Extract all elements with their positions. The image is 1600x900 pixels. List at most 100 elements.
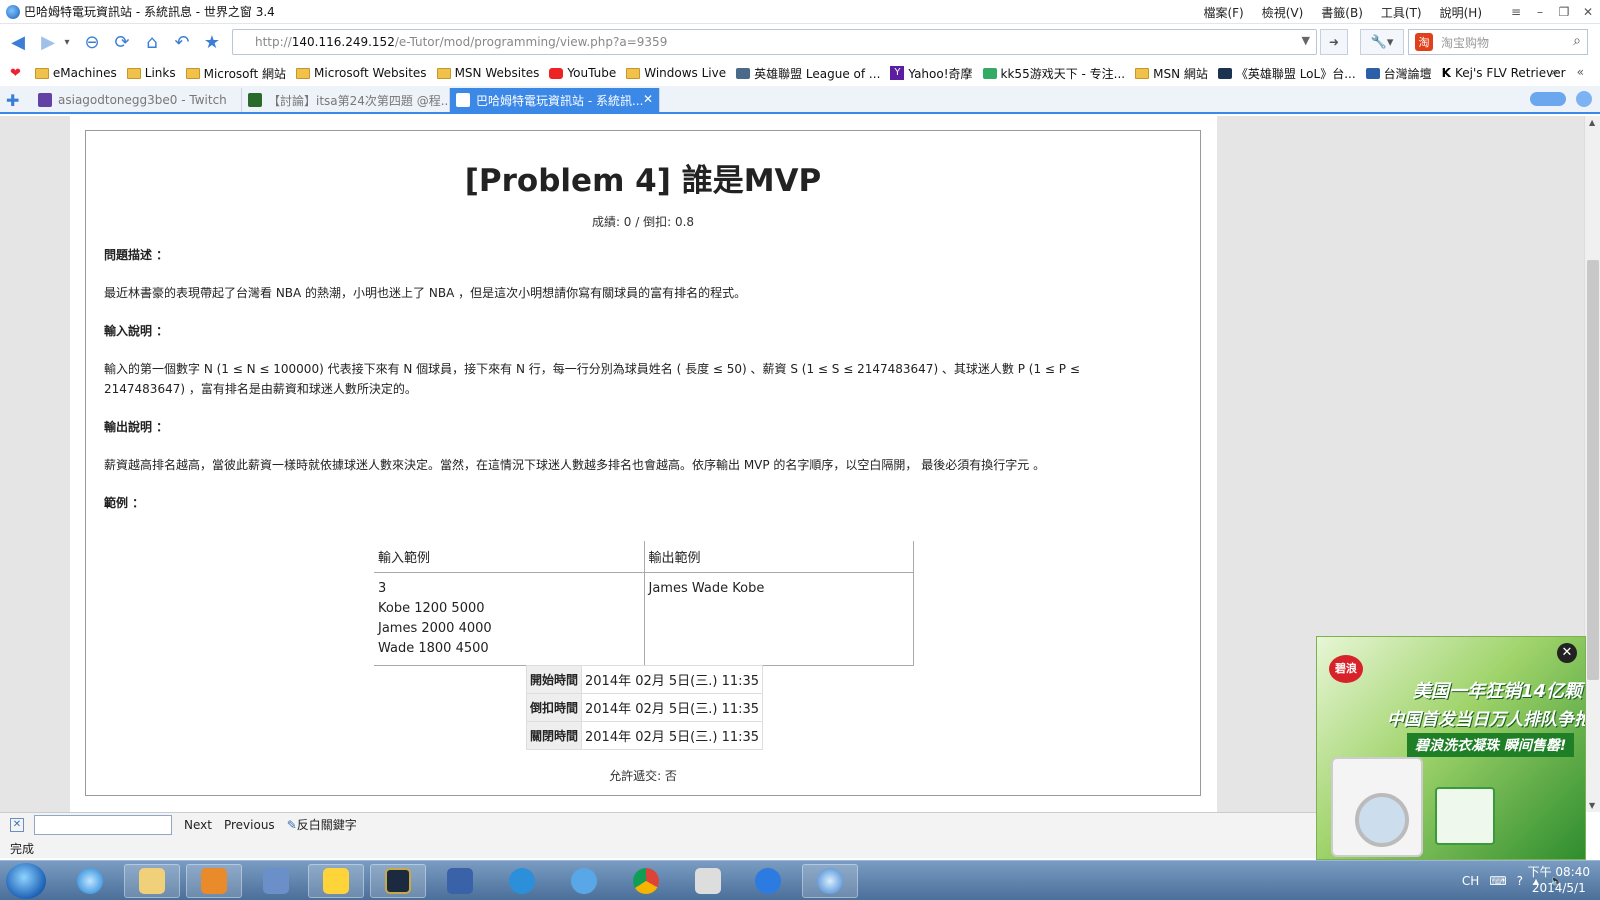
menu-help[interactable]: 說明(H) — [1440, 4, 1482, 21]
refresh-icon[interactable]: ⟳ — [110, 30, 134, 54]
ad-tagline: 碧浪洗衣凝珠 瞬间售罄! — [1407, 733, 1575, 757]
input-language[interactable]: CH — [1462, 874, 1479, 888]
k-icon: K — [1441, 66, 1451, 80]
tab-twitch[interactable]: asiagodtonegg3be0 - Twitch — [32, 88, 242, 112]
keyboard-icon[interactable]: ⌨ — [1489, 874, 1506, 888]
search-engine-icon[interactable]: 淘 — [1415, 33, 1433, 51]
media-player-icon[interactable] — [186, 864, 242, 898]
game-tool-icon[interactable] — [248, 864, 304, 898]
menu-lines-icon[interactable]: ≡ — [1504, 5, 1528, 19]
folder-icon — [1135, 67, 1150, 79]
home-icon[interactable]: ⌂ — [140, 30, 164, 54]
back-icon[interactable]: ◀ — [6, 30, 30, 54]
tab-discussion[interactable]: 【討論】itsa第24次第四題 @程... — [242, 88, 450, 112]
sample-input-line: James 2000 4000 — [378, 621, 492, 636]
close-ad-icon[interactable]: ✕ — [1557, 643, 1577, 663]
history-dropdown-icon[interactable]: ▾ — [60, 30, 74, 54]
go-arrow-icon[interactable]: ➜ — [1320, 29, 1348, 55]
folder-icon — [296, 67, 311, 79]
close-time-label: 關閉時間 — [525, 721, 583, 750]
bookmark-yahoo[interactable]: Y Yahoo!奇摩 — [890, 65, 973, 82]
description-heading: 問題描述 ： — [104, 248, 169, 262]
table-row: 開始時間 2014年 02月 5日(三.) 11:35 — [525, 665, 764, 694]
tab-list-icon[interactable] — [1576, 91, 1592, 107]
close-findbar-icon[interactable]: ✕ — [10, 817, 24, 832]
league-of-legends-icon[interactable] — [370, 864, 426, 898]
minimize-icon[interactable]: – — [1528, 5, 1552, 19]
bookmark-msn-tw[interactable]: MSN 網站 — [1135, 65, 1208, 82]
bookmark-kejs-flv[interactable]: K Kej's FLV Retriever — [1441, 66, 1566, 80]
bookmark-microsoft-tw[interactable]: Microsoft 網站 — [185, 65, 286, 82]
new-tab-icon[interactable]: ✚ — [6, 91, 19, 110]
tab-scroll-icon[interactable] — [1530, 92, 1566, 106]
close-tab-icon[interactable]: ✕ — [643, 92, 653, 106]
menu-view[interactable]: 檢視(V) — [1262, 4, 1304, 21]
menu-tools[interactable]: 工具(T) — [1381, 4, 1422, 21]
problem-panel: [Problem 4] 誰是MVP 成績: 0 / 倒扣: 0.8 問題描述 ：… — [85, 130, 1201, 796]
search-icon[interactable]: ⌕ — [1573, 33, 1581, 49]
vertical-scrollbar[interactable]: ▲ ▼ — [1584, 116, 1600, 812]
clock[interactable]: 下午 08:40 2014/5/1 — [1528, 864, 1590, 896]
globe-app-icon[interactable] — [556, 864, 612, 898]
close-icon[interactable]: ✕ — [1576, 5, 1600, 19]
site-icon — [736, 67, 751, 79]
scroll-thumb[interactable] — [1587, 260, 1599, 680]
menu-file[interactable]: 檔案(F) — [1203, 4, 1243, 21]
start-button-icon[interactable] — [6, 863, 46, 899]
window-titlebar: 巴哈姆特電玩資訊站 - 系統訊息 - 世界之窗 3.4 檔案(F) 檢視(V) … — [0, 0, 1600, 24]
time-table: 開始時間 2014年 02月 5日(三.) 11:35 倒扣時間 2014年 0… — [525, 665, 764, 750]
address-dropdown-icon[interactable]: ▼ — [1302, 34, 1310, 47]
menu-bookmarks[interactable]: 書籤(B) — [1321, 4, 1363, 21]
bookmark-taiwan-forum[interactable]: 台灣論壇 — [1365, 65, 1432, 82]
restore-icon[interactable]: ❐ — [1552, 5, 1576, 19]
tools-wrench-icon[interactable]: 🔧▾ — [1360, 29, 1404, 55]
help-icon[interactable]: ? — [1517, 874, 1523, 888]
url-host: 140.116.249.152 — [291, 35, 395, 49]
forward-icon[interactable]: ▶ — [36, 30, 60, 54]
video-player-icon[interactable] — [740, 864, 796, 898]
scroll-up-icon[interactable]: ▲ — [1589, 118, 1595, 127]
tab-bahamut[interactable]: 巴哈姆特電玩資訊站 - 系統訊... ✕ — [450, 88, 660, 112]
undo-close-icon[interactable]: ↶ — [170, 30, 194, 54]
shield-app-icon[interactable] — [432, 864, 488, 898]
scroll-down-icon[interactable]: ▼ — [1589, 801, 1595, 810]
bookmark-windows-live[interactable]: Windows Live — [626, 66, 726, 80]
folder-icon — [626, 67, 641, 79]
world-browser-icon[interactable] — [802, 864, 858, 898]
highlight-keyword-button[interactable]: ✎反白關鍵字 — [287, 816, 357, 833]
chrome-icon[interactable] — [618, 864, 674, 898]
bookmark-microsoft-websites[interactable]: Microsoft Websites — [296, 66, 427, 80]
bookmark-youtube[interactable]: YouTube — [549, 66, 616, 80]
site-icon — [248, 93, 262, 107]
sample-input-header: 輸入範例 — [374, 541, 645, 573]
bookmarks-heart-icon[interactable]: ❤ — [10, 66, 25, 81]
bookmarks-menu-icon[interactable]: « — [1577, 65, 1584, 79]
folder-icon — [34, 67, 49, 79]
stop-icon[interactable]: ⊖ — [80, 30, 104, 54]
bookmark-emachines[interactable]: eMachines — [34, 66, 117, 80]
popup-ad[interactable]: ✕ 碧浪 美国一年狂销14亿颗 中国首发当日万人排队争抢 碧浪洗衣凝珠 瞬间售罄… — [1316, 636, 1586, 860]
search-input[interactable]: 淘 淘宝购物 ⌕ — [1408, 29, 1588, 55]
find-next-button[interactable]: Next — [184, 818, 212, 832]
sample-input-cell: 3 Kobe 1200 5000 James 2000 4000 Wade 18… — [374, 572, 645, 666]
bookmark-links[interactable]: Links — [126, 66, 176, 80]
ie-icon[interactable] — [62, 864, 118, 898]
messenger-icon[interactable] — [308, 864, 364, 898]
bookmark-kk55[interactable]: kk55游戏天下 - 专注... — [982, 65, 1125, 82]
bookmark-msn-websites[interactable]: MSN Websites — [436, 66, 539, 80]
folder-icon — [126, 67, 141, 79]
bookmark-league-of-legends[interactable]: 英雄聯盟 League of ... — [736, 65, 880, 82]
explorer-icon[interactable] — [124, 864, 180, 898]
bookmarks-overflow-icon[interactable]: » — [1551, 65, 1558, 79]
find-previous-button[interactable]: Previous — [224, 818, 275, 832]
address-bar[interactable]: http://140.116.249.152/e-Tutor/mod/progr… — [232, 29, 1317, 55]
network-app-icon[interactable] — [494, 864, 550, 898]
page-icon — [456, 93, 470, 107]
close-time-value: 2014年 02月 5日(三.) 11:35 — [581, 721, 764, 750]
bookmark-lol-tw[interactable]: 《英雄聯盟 LoL》台... — [1217, 65, 1356, 82]
navigation-bar: ◀ ▶ ▾ ⊖ ⟳ ⌂ ↶ ★ http://140.116.249.152/e… — [0, 24, 1600, 60]
camera-app-icon[interactable] — [680, 864, 736, 898]
favorite-star-icon[interactable]: ★ — [200, 30, 224, 54]
find-input[interactable] — [34, 814, 172, 835]
input-text: 輸入的第一個數字 N (1 ≤ N ≤ 100000) 代表接下來有 N 個球員… — [104, 362, 1080, 396]
